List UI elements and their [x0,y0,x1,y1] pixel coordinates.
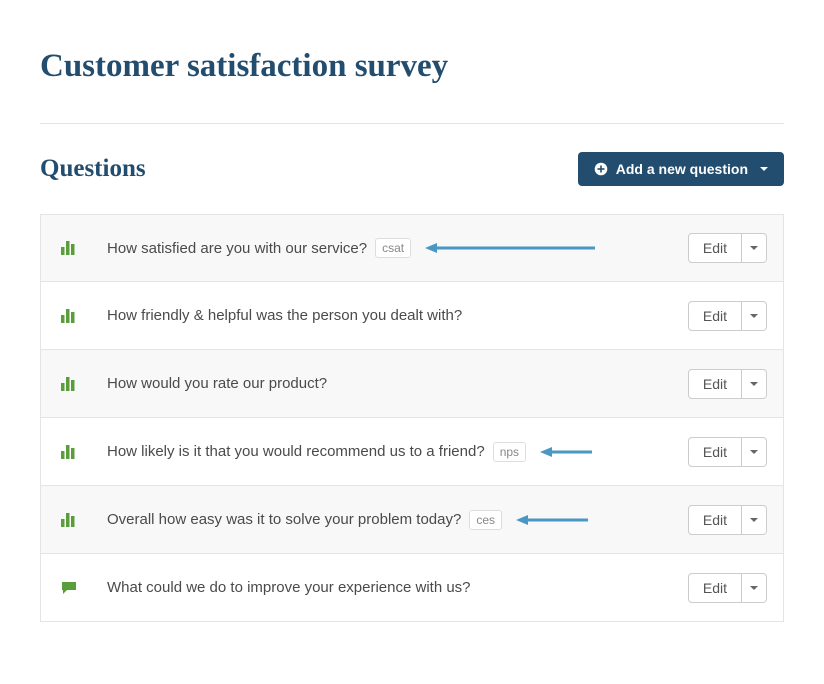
question-row: How friendly & helpful was the person yo… [40,282,784,350]
edit-button-group: Edit [688,437,767,467]
caret-down-icon [750,450,758,454]
edit-button[interactable]: Edit [688,573,742,603]
question-row: How would you rate our product? Edit [40,350,784,418]
caret-down-icon [750,314,758,318]
section-header: Questions Add a new question [40,152,784,186]
edit-dropdown-button[interactable] [742,301,767,331]
question-label: How likely is it that you would recommen… [107,443,485,460]
question-label: How would you rate our product? [107,375,327,392]
edit-button-group: Edit [688,573,767,603]
arrow-left-icon [540,447,592,457]
divider [40,123,784,124]
add-question-label: Add a new question [616,161,748,177]
question-row: Overall how easy was it to solve your pr… [40,486,784,554]
question-text: What could we do to improve your experie… [107,579,688,596]
caret-down-icon [750,246,758,250]
question-label: How friendly & helpful was the person yo… [107,307,462,324]
bar-chart-icon [57,377,107,391]
question-tag: ces [469,510,502,530]
question-row: What could we do to improve your experie… [40,554,784,622]
bar-chart-icon [57,309,107,323]
question-list: How satisfied are you with our service? c… [40,214,784,622]
bar-chart-icon [57,513,107,527]
question-label: What could we do to improve your experie… [107,579,471,596]
edit-button[interactable]: Edit [688,369,742,399]
arrow-left-icon [516,515,588,525]
edit-button[interactable]: Edit [688,505,742,535]
edit-dropdown-button[interactable] [742,437,767,467]
edit-button-group: Edit [688,505,767,535]
edit-dropdown-button[interactable] [742,369,767,399]
bar-chart-icon [57,241,107,255]
question-tag: csat [375,238,411,258]
edit-button-group: Edit [688,233,767,263]
edit-button-group: Edit [688,369,767,399]
question-text: How satisfied are you with our service? c… [107,238,688,258]
question-text: How friendly & helpful was the person yo… [107,307,688,324]
bar-chart-icon [57,445,107,459]
edit-button[interactable]: Edit [688,437,742,467]
edit-button[interactable]: Edit [688,233,742,263]
question-tag: nps [493,442,526,462]
question-row: How likely is it that you would recommen… [40,418,784,486]
page-title: Customer satisfaction survey [40,48,784,85]
arrow-left-icon [425,243,595,253]
comment-icon [57,581,107,595]
question-text: Overall how easy was it to solve your pr… [107,510,688,530]
caret-down-icon [750,518,758,522]
question-text: How would you rate our product? [107,375,688,392]
plus-circle-icon [594,162,608,176]
section-title: Questions [40,155,146,183]
question-text: How likely is it that you would recommen… [107,442,688,462]
edit-dropdown-button[interactable] [742,505,767,535]
caret-down-icon [760,167,768,171]
edit-dropdown-button[interactable] [742,573,767,603]
caret-down-icon [750,586,758,590]
edit-button-group: Edit [688,301,767,331]
question-row: How satisfied are you with our service? c… [40,214,784,282]
caret-down-icon [750,382,758,386]
question-label: How satisfied are you with our service? [107,240,367,257]
add-question-button[interactable]: Add a new question [578,152,784,186]
edit-dropdown-button[interactable] [742,233,767,263]
question-label: Overall how easy was it to solve your pr… [107,511,461,528]
edit-button[interactable]: Edit [688,301,742,331]
